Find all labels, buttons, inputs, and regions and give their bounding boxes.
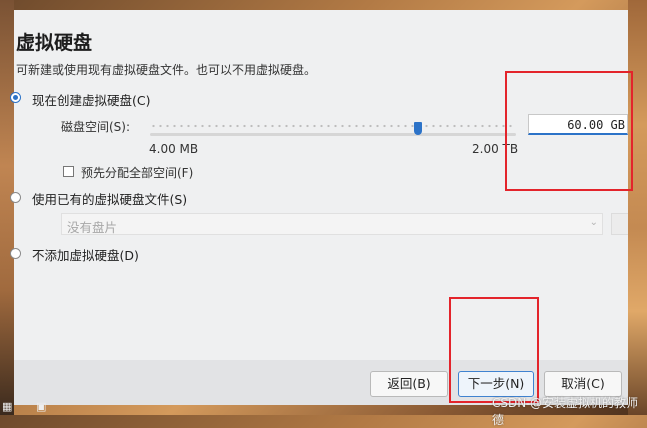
- page-title: 虚拟硬盘: [16, 32, 93, 54]
- chevron-down-icon: ⌄: [589, 217, 598, 228]
- page-description: 可新建或使用现有虚拟硬盘文件。也可以不用虚拟硬盘。: [16, 63, 317, 77]
- highlight-box-disk-size: [505, 71, 633, 191]
- existing-disk-select[interactable]: 没有盘片 ⌄: [61, 213, 603, 235]
- radio-unselected-icon[interactable]: [10, 192, 21, 203]
- slider-groove: [150, 133, 516, 136]
- slider-thumb[interactable]: [414, 122, 422, 135]
- desktop-background-left: [0, 0, 14, 415]
- radio-create-new-label[interactable]: 现在创建虚拟硬盘(C): [32, 90, 150, 109]
- highlight-box-next-button: [449, 297, 539, 403]
- disk-size-label: 磁盘空间(S):: [61, 120, 131, 134]
- taskbar-app-icon[interactable]: ▣: [36, 400, 46, 415]
- preallocate-label[interactable]: 预先分配全部空间(F): [81, 164, 193, 181]
- disk-size-slider[interactable]: [150, 122, 516, 138]
- browse-disk-button[interactable]: [611, 213, 628, 235]
- taskbar-app-icon[interactable]: ▦: [2, 400, 12, 415]
- desktop-background-right: [628, 0, 647, 415]
- radio-no-disk-label[interactable]: 不添加虚拟硬盘(D): [32, 245, 139, 264]
- slider-ticks: [150, 124, 516, 128]
- back-button[interactable]: 返回(B): [370, 371, 448, 397]
- radio-selected-icon[interactable]: [10, 92, 21, 103]
- slider-min-label: 4.00 MB: [149, 142, 199, 156]
- csdn-watermark: CSDN @安装虚拟机的教师德: [492, 396, 639, 427]
- radio-unselected-icon[interactable]: [10, 248, 21, 259]
- checkbox-unchecked-icon[interactable]: [63, 166, 74, 177]
- radio-use-existing-label[interactable]: 使用已有的虚拟硬盘文件(S): [32, 189, 187, 208]
- existing-disk-placeholder: 没有盘片: [67, 220, 118, 235]
